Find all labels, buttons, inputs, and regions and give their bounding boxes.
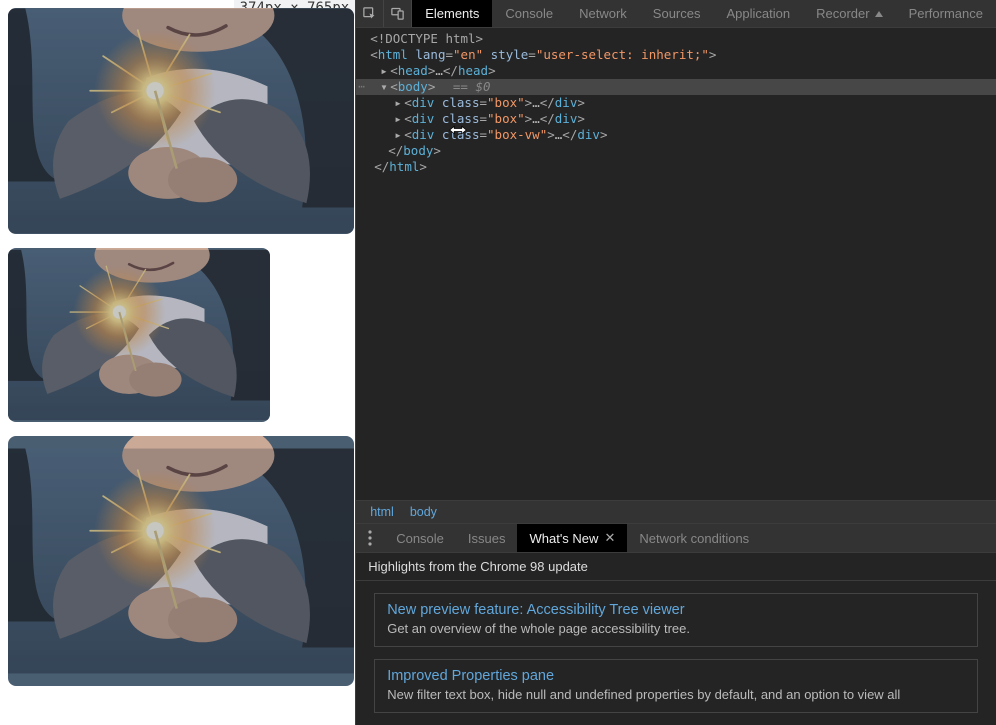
drawer-tab-issues[interactable]: Issues (456, 524, 518, 552)
close-icon[interactable]: ✕ (604, 530, 615, 546)
dom-head[interactable]: ▸<head>…</head> (356, 63, 996, 79)
devtools-panel: Elements Console Network Sources Applica… (355, 0, 996, 725)
highlight-card[interactable]: Improved Properties pane New filter text… (374, 659, 978, 713)
highlight-card-desc: New filter text box, hide null and undef… (387, 687, 965, 702)
breadcrumb: html body (356, 500, 996, 524)
drawer-tab-network-conditions[interactable]: Network conditions (627, 524, 761, 552)
drawer-more-button[interactable] (356, 524, 384, 552)
sparkler-photo (8, 248, 270, 422)
highlight-card-desc: Get an overview of the whole page access… (387, 621, 965, 636)
tab-network[interactable]: Network (566, 0, 640, 27)
drawer-tab-whatsnew[interactable]: What's New✕ (517, 524, 627, 552)
page-preview-pane: 374px × 765px (0, 0, 355, 725)
crumb-html[interactable]: html (362, 505, 402, 519)
dom-div-box-1[interactable]: ▸<div class="box">…</div> (356, 95, 996, 111)
drawer-tab-console[interactable]: Console (384, 524, 456, 552)
drawer-tabstrip: Console Issues What's New✕ Network condi… (356, 524, 996, 553)
tab-sources[interactable]: Sources (640, 0, 714, 27)
box-1 (8, 8, 354, 234)
sparkler-photo (8, 436, 354, 686)
box-3 (8, 436, 354, 686)
tab-recorder[interactable]: Recorder (803, 0, 895, 27)
box-2 (8, 248, 270, 422)
inspect-element-button[interactable] (356, 0, 384, 27)
dom-tree[interactable]: <!DOCTYPE html> <html lang="en" style="u… (356, 28, 996, 500)
sparkler-photo (8, 8, 354, 234)
crumb-body[interactable]: body (402, 505, 445, 519)
tab-application[interactable]: Application (714, 0, 804, 27)
highlight-card-title: Improved Properties pane (387, 668, 965, 684)
drawer-body: Highlights from the Chrome 98 update New… (356, 553, 996, 725)
drawer-headline: Highlights from the Chrome 98 update (356, 553, 996, 581)
dom-div-box-vw[interactable]: ▸<div class="box-vw">…</div> (356, 127, 996, 143)
dom-div-box-2[interactable]: ▸<div class="box">…</div> (356, 111, 996, 127)
dom-body-close[interactable]: </body> (356, 143, 996, 159)
tab-performance[interactable]: Performance (896, 0, 996, 27)
devtools-tabstrip: Elements Console Network Sources Applica… (356, 0, 996, 28)
tab-console[interactable]: Console (492, 0, 566, 27)
dom-html-open[interactable]: <html lang="en" style="user-select: inhe… (356, 47, 996, 63)
tab-elements[interactable]: Elements (412, 0, 492, 27)
highlight-card-title: New preview feature: Accessibility Tree … (387, 602, 965, 618)
dom-html-close[interactable]: </html> (356, 159, 996, 175)
dom-doctype[interactable]: <!DOCTYPE html> (356, 31, 996, 47)
dom-body-open[interactable]: ▾<body> == $0 (356, 79, 996, 95)
recorder-indicator-icon (875, 11, 883, 17)
highlight-card[interactable]: New preview feature: Accessibility Tree … (374, 593, 978, 647)
device-toolbar-button[interactable] (384, 0, 412, 27)
